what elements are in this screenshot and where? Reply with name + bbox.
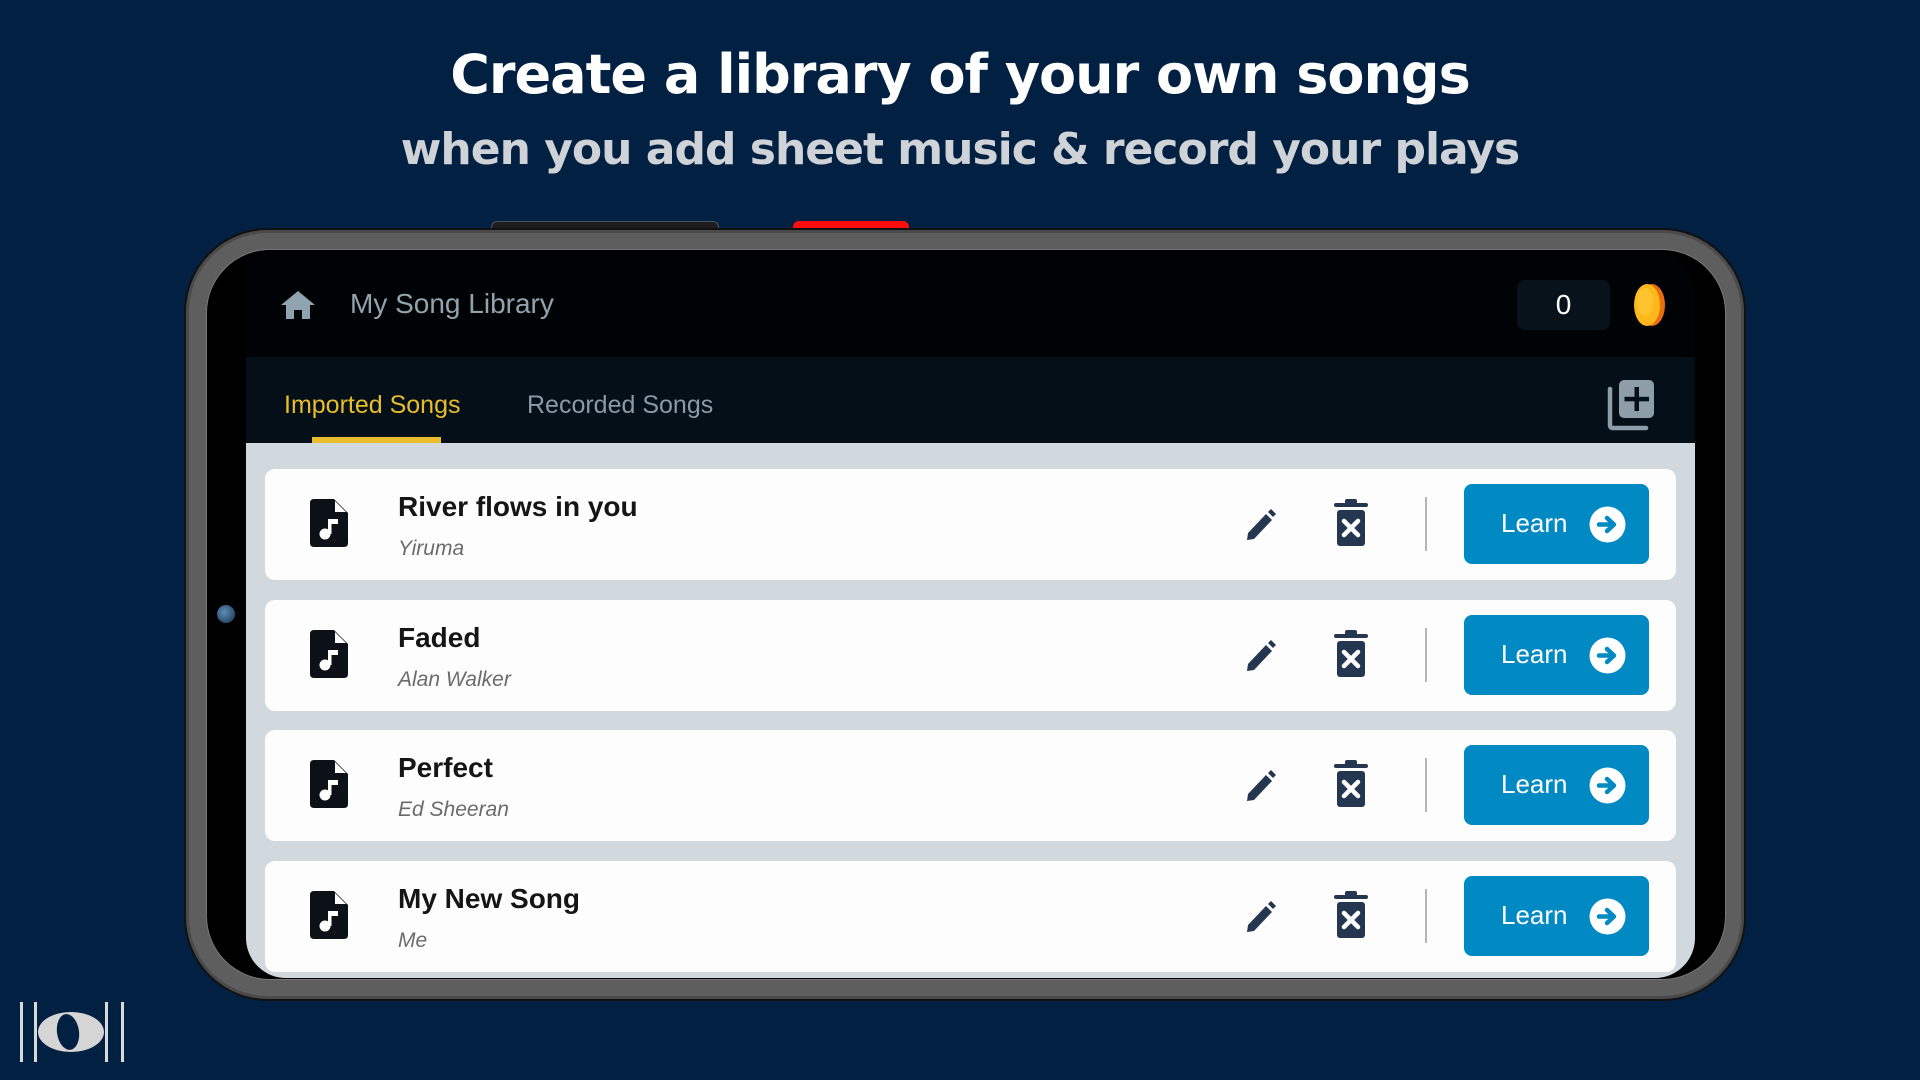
arrow-right-circle-icon	[1589, 898, 1626, 934]
delete-trash-icon[interactable]	[1333, 890, 1369, 939]
tab-bar: Imported Songs Recorded Songs	[246, 357, 1695, 443]
music-file-icon	[310, 760, 348, 808]
learn-button[interactable]: Learn	[1464, 614, 1649, 695]
music-file-icon	[310, 890, 348, 939]
learn-button-label: Learn	[1501, 638, 1568, 669]
song-artist: Alan Walker	[398, 667, 511, 691]
song-row[interactable]: Faded Alan Walker Learn	[265, 599, 1676, 711]
home-icon[interactable]	[280, 290, 316, 320]
tab-imported-songs[interactable]: Imported Songs	[284, 391, 461, 420]
song-artist: Me	[398, 928, 428, 952]
learn-button-label: Learn	[1501, 508, 1568, 538]
song-title: My New Song	[398, 882, 581, 914]
tab-recorded-songs[interactable]: Recorded Songs	[527, 391, 713, 420]
edit-pencil-icon[interactable]	[1245, 507, 1277, 541]
learn-button[interactable]: Learn	[1464, 875, 1649, 956]
edit-pencil-icon[interactable]	[1245, 638, 1277, 672]
song-row[interactable]: My New Song Me Learn	[265, 860, 1676, 972]
delete-trash-icon[interactable]	[1333, 760, 1369, 808]
edit-pencil-icon[interactable]	[1245, 768, 1277, 802]
library-add-icon[interactable]	[1606, 379, 1654, 431]
song-title: Faded	[398, 621, 481, 653]
delete-trash-icon[interactable]	[1333, 629, 1369, 678]
learn-button-label: Learn	[1501, 769, 1568, 799]
learn-button-label: Learn	[1501, 899, 1568, 930]
song-row[interactable]: Perfect Ed Sheeran Learn	[265, 730, 1676, 841]
coin-icon	[1634, 284, 1665, 326]
app-title: My Song Library	[350, 288, 554, 319]
promo-subheadline: when you add sheet music & record your p…	[400, 124, 1521, 175]
row-divider	[1425, 497, 1427, 551]
arrow-right-circle-icon	[1589, 767, 1626, 804]
arrow-right-circle-icon	[1589, 506, 1626, 543]
coin-counter: 0	[1517, 280, 1610, 330]
row-divider	[1425, 758, 1427, 812]
song-list: River flows in you Yiruma Learn Faded Al…	[246, 443, 1695, 978]
music-file-icon	[310, 629, 348, 678]
song-artist: Yiruma	[398, 537, 465, 560]
promo-headline: Create a library of your own songs	[450, 43, 1470, 106]
arrow-right-circle-icon	[1589, 637, 1626, 673]
app-bar: My Song Library 0	[246, 252, 1695, 357]
song-artist: Ed Sheeran	[398, 798, 509, 821]
edit-pencil-icon[interactable]	[1245, 899, 1277, 933]
music-file-icon	[310, 499, 348, 547]
delete-trash-icon[interactable]	[1333, 499, 1369, 547]
row-divider	[1425, 888, 1427, 943]
song-row[interactable]: River flows in you Yiruma Learn	[265, 469, 1676, 580]
learn-button[interactable]: Learn	[1464, 484, 1649, 564]
song-title: River flows in you	[398, 491, 638, 522]
app-screen: My Song Library 0 Imported Songs Recorde…	[246, 252, 1695, 978]
whole-note-logo-icon	[20, 1002, 124, 1062]
learn-button[interactable]: Learn	[1464, 745, 1649, 825]
phone-camera	[217, 605, 235, 623]
song-title: Perfect	[398, 752, 493, 783]
row-divider	[1425, 627, 1427, 682]
